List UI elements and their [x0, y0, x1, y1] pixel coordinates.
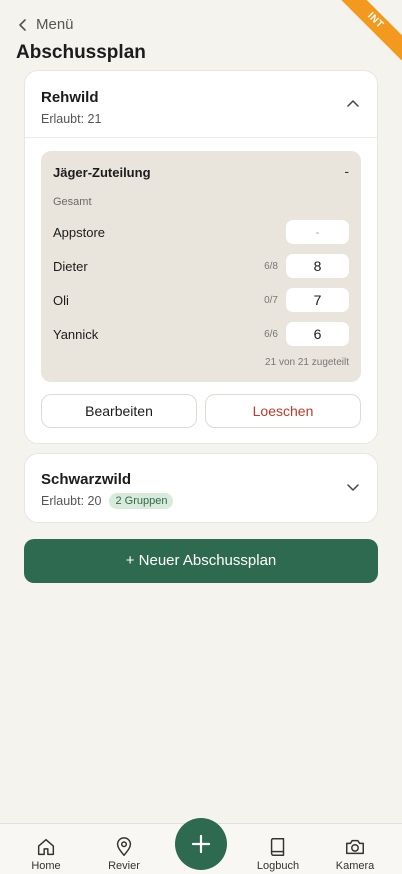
allocation-collapse-toggle[interactable]: - [344, 163, 349, 179]
plan-allowed-text: Erlaubt: 20 [41, 494, 102, 508]
hunter-ratio: 6/8 [264, 261, 278, 272]
group-count-badge: 2 Gruppen [109, 493, 174, 509]
hunter-quota-input[interactable]: 6 [286, 322, 349, 346]
home-icon [37, 838, 55, 856]
plan-allowed: Erlaubt: 20 2 Gruppen [41, 493, 174, 509]
hunter-quota-input[interactable]: 7 [286, 288, 349, 312]
new-plan-button[interactable]: + Neuer Abschussplan [24, 539, 378, 583]
hunter-name: Yannick [53, 327, 99, 342]
plan-allowed-text: Erlaubt: 21 [41, 112, 102, 126]
allocation-row: Yannick 6/6 6 [53, 322, 349, 346]
plan-card-header[interactable]: Schwarzwild Erlaubt: 20 2 Gruppen [25, 454, 377, 521]
hunter-ratio: 6/6 [264, 329, 278, 340]
hunter-allocation-panel: Jäger-Zuteilung - Gesamt Appstore - Diet… [41, 151, 361, 382]
hunter-quota-input[interactable]: - [286, 220, 349, 244]
camera-icon [346, 839, 364, 855]
plan-card-schwarzwild[interactable]: Schwarzwild Erlaubt: 20 2 Gruppen [24, 453, 378, 523]
edit-button[interactable]: Bearbeiten [41, 394, 197, 428]
hunter-name: Appstore [53, 225, 106, 240]
allocation-row: Dieter 6/8 8 [53, 254, 349, 278]
tab-home[interactable]: Home [11, 836, 81, 872]
chevron-down-icon[interactable] [347, 484, 359, 492]
plan-allowed: Erlaubt: 21 [41, 112, 101, 126]
tab-logbuch[interactable]: Logbuch [243, 836, 313, 872]
plus-icon [191, 834, 211, 854]
tab-label: Revier [108, 860, 140, 872]
allocation-row: Oli 0/7 7 [53, 288, 349, 312]
page-title: Abschussplan [16, 42, 146, 63]
allocation-title: Jäger-Zuteilung [53, 165, 151, 180]
chevron-up-icon[interactable] [347, 99, 359, 107]
app-screen: INT Menü Abschussplan Rehwild Erlaubt: 2… [0, 0, 402, 874]
tab-label: Logbuch [256, 860, 300, 872]
hunter-name: Dieter [53, 259, 88, 274]
allocation-total-label: Gesamt [53, 196, 92, 208]
allocation-summary: 21 von 21 zugeteilt [265, 357, 349, 368]
allocation-row: Appstore - [53, 220, 349, 244]
book-icon [270, 838, 285, 856]
environment-badge: INT [332, 0, 402, 67]
hunter-ratio: 0/7 [264, 295, 278, 306]
plan-title: Rehwild [41, 89, 99, 106]
back-label: Menü [36, 16, 74, 33]
add-fab-button[interactable] [175, 818, 227, 870]
environment-ribbon: INT [332, 0, 402, 70]
map-pin-icon [116, 837, 132, 856]
plan-card-rehwild: Rehwild Erlaubt: 21 Jäger-Zuteilung - Ge… [24, 70, 378, 444]
hunter-quota-input[interactable]: 8 [286, 254, 349, 278]
hunter-name: Oli [53, 293, 69, 308]
tab-revier[interactable]: Revier [89, 836, 159, 872]
plan-title: Schwarzwild [41, 471, 132, 488]
plan-card-header[interactable]: Rehwild Erlaubt: 21 [25, 71, 377, 138]
back-button[interactable]: Menü [18, 16, 74, 33]
tab-label: Home [31, 860, 61, 872]
tab-kamera[interactable]: Kamera [320, 836, 390, 872]
tab-label: Kamera [335, 860, 375, 872]
delete-button[interactable]: Loeschen [205, 394, 361, 428]
chevron-left-icon [19, 18, 26, 31]
